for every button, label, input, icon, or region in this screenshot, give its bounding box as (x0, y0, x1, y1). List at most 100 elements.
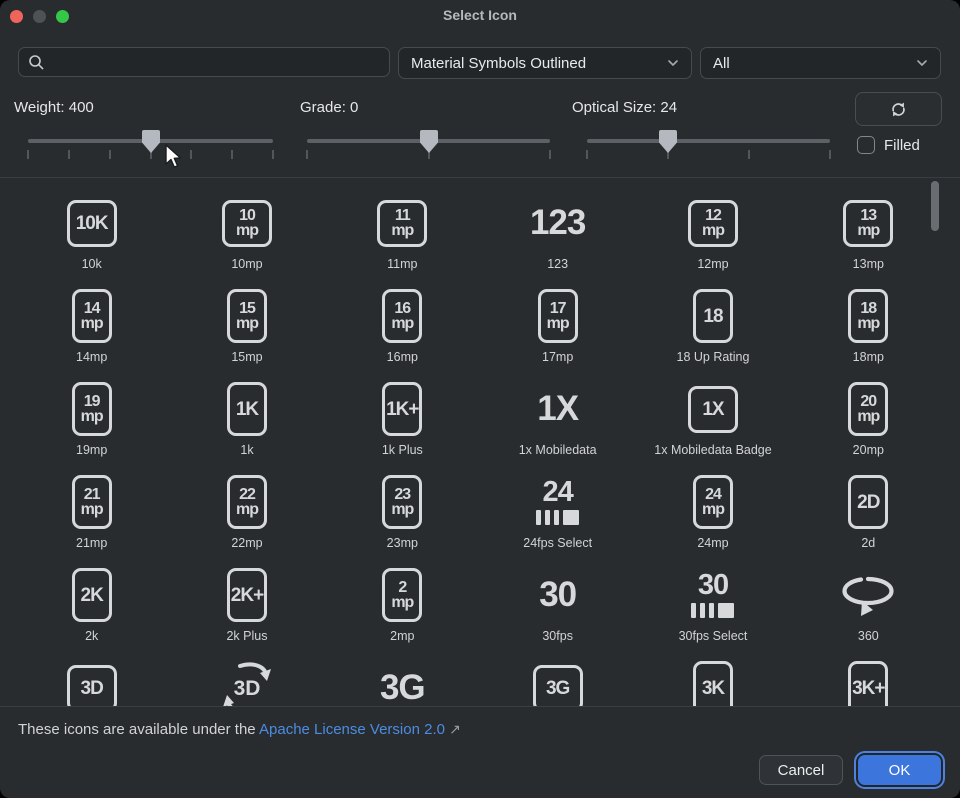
15mp-icon: 15mp (227, 287, 267, 345)
icon-cell-21mp[interactable]: 21mp 21mp (14, 473, 169, 566)
icon-cell-22mp[interactable]: 22mp22mp (169, 473, 324, 566)
icon-label: 12mp (697, 257, 728, 271)
icon-cell-3k[interactable]: 3K (635, 659, 790, 707)
icon-cell-123[interactable]: 123123 (480, 194, 635, 287)
3d-rotation-icon: 3D (220, 659, 274, 707)
1k-icon: 1K (227, 380, 267, 438)
icon-cell-2k-plus[interactable]: 2K+2k Plus (169, 566, 324, 659)
icon-font-select[interactable]: Material Symbols Outlined (398, 47, 692, 79)
icon-label: 10k (82, 257, 102, 271)
icon-cell-10mp[interactable]: 10mp 10mp (169, 194, 324, 287)
icon-cell-30fps-select[interactable]: 3030fps Select (635, 566, 790, 659)
dialog-title: Select Icon (0, 7, 960, 23)
icon-cell-23mp[interactable]: 23mp23mp (325, 473, 480, 566)
icon-label: 17mp (542, 350, 573, 364)
icon-cell-14mp[interactable]: 14mp 14mp (14, 287, 169, 380)
icon-cell-12mp[interactable]: 12mp 12mp (635, 194, 790, 287)
ok-button[interactable]: OK (858, 755, 941, 785)
11mp-icon: 11mp (377, 194, 427, 252)
2k-icon: 2K (72, 566, 112, 624)
filled-checkbox[interactable] (857, 136, 875, 154)
16mp-icon: 16mp (382, 287, 422, 345)
icon-label: 2k Plus (226, 629, 267, 643)
24mp-icon: 24mp (693, 473, 733, 531)
optical-slider-tick (829, 150, 831, 159)
icon-cell-19mp[interactable]: 19mp 19mp (14, 380, 169, 473)
20mp-icon: 20mp (848, 380, 888, 438)
icon-label: 1x Mobiledata Badge (654, 443, 771, 457)
titlebar: Select Icon (0, 0, 960, 32)
icon-cell-1x-mobiledata-badge[interactable]: 1X1x Mobiledata Badge (635, 380, 790, 473)
icon-label: 22mp (231, 536, 262, 550)
icon-label: 10mp (231, 257, 262, 271)
icon-cell-18-up-rating[interactable]: 1818 Up Rating (635, 287, 790, 380)
icon-cell-360[interactable]: 360 (791, 566, 946, 659)
19mp-icon: 19mp (72, 380, 112, 438)
reset-settings-button[interactable] (855, 92, 942, 126)
icon-cell-24fps-select[interactable]: 2424fps Select (480, 473, 635, 566)
icon-label: 16mp (387, 350, 418, 364)
icon-cell-30fps[interactable]: 3030fps (480, 566, 635, 659)
search-input[interactable] (18, 47, 390, 77)
icon-cell-18mp[interactable]: 18mp 18mp (791, 287, 946, 380)
icon-cell-3d-rotation[interactable]: 3D (169, 659, 324, 707)
optical-slider-track[interactable] (587, 139, 830, 143)
grid-scrollbar[interactable] (931, 181, 939, 231)
icon-cell-24mp[interactable]: 24mp24mp (635, 473, 790, 566)
chevron-down-icon (667, 59, 679, 67)
icon-cell-10k[interactable]: 10K10k (14, 194, 169, 287)
optical-slider-tick (586, 150, 588, 159)
10mp-icon: 10mp (222, 194, 272, 252)
18mp-icon: 18mp (848, 287, 888, 345)
icon-cell-2d[interactable]: 2D2d (791, 473, 946, 566)
icon-cell-16mp[interactable]: 16mp 16mp (325, 287, 480, 380)
icon-cell-13mp[interactable]: 13mp13mp (791, 194, 946, 287)
icon-cell-2k[interactable]: 2K2k (14, 566, 169, 659)
category-select[interactable]: All (700, 47, 941, 79)
grade-slider-thumb[interactable] (419, 129, 439, 154)
license-note: These icons are available under the Apac… (18, 721, 461, 738)
weight-slider-tick (190, 150, 192, 159)
17mp-icon: 17mp (538, 287, 578, 345)
filled-checkbox-label: Filled (884, 137, 920, 154)
icon-label: 19mp (76, 443, 107, 457)
icon-cell-1x-mobiledata[interactable]: 1X1x Mobiledata (480, 380, 635, 473)
icon-cell-17mp[interactable]: 17mp 17mp (480, 287, 635, 380)
icon-cell-11mp[interactable]: 11mp 11mp (325, 194, 480, 287)
icon-label: 18mp (853, 350, 884, 364)
18-up-rating-icon: 18 (693, 287, 733, 345)
icon-cell-3g-badge[interactable]: 3G (480, 659, 635, 707)
icon-cell-20mp[interactable]: 20mp20mp (791, 380, 946, 473)
grade-label: Grade: 0 (300, 99, 358, 116)
weight-slider-tick (231, 150, 233, 159)
14mp-icon: 14mp (72, 287, 112, 345)
icon-cell-1k-plus[interactable]: 1K+ 1k Plus (325, 380, 480, 473)
icon-label: 14mp (76, 350, 107, 364)
123-icon: 123 (530, 194, 585, 252)
2d-icon: 2D (848, 473, 888, 531)
cancel-button[interactable]: Cancel (759, 755, 843, 785)
icon-cell-2mp[interactable]: 2mp2mp (325, 566, 480, 659)
weight-slider-thumb[interactable] (141, 129, 161, 154)
icon-cell-3g[interactable]: 3G (325, 659, 480, 707)
icon-cell-15mp[interactable]: 15mp15mp (169, 287, 324, 380)
icon-label: 30fps Select (679, 629, 748, 643)
3g-badge-icon: 3G (533, 659, 583, 707)
icon-cell-3d[interactable]: 3D (14, 659, 169, 707)
icon-cell-1k[interactable]: 1K1k (169, 380, 324, 473)
icon-label: 21mp (76, 536, 107, 550)
21mp-icon: 21mp (72, 473, 112, 531)
icon-label: 1k Plus (382, 443, 423, 457)
apache-license-link[interactable]: Apache License Version 2.0 (259, 721, 445, 738)
12mp-icon: 12mp (688, 194, 738, 252)
icon-label: 2d (861, 536, 875, 550)
optical-slider-thumb[interactable] (658, 129, 678, 154)
icon-label: 123 (547, 257, 568, 271)
icon-label: 23mp (387, 536, 418, 550)
category-select-value: All (713, 55, 730, 72)
1k-plus-icon: 1K+ (382, 380, 422, 438)
license-text: These icons are available under the (18, 721, 259, 738)
grade-slider-tick (549, 150, 551, 159)
icon-cell-3k-plus[interactable]: 3K+ (791, 659, 946, 707)
icon-label: 11mp (387, 257, 417, 271)
